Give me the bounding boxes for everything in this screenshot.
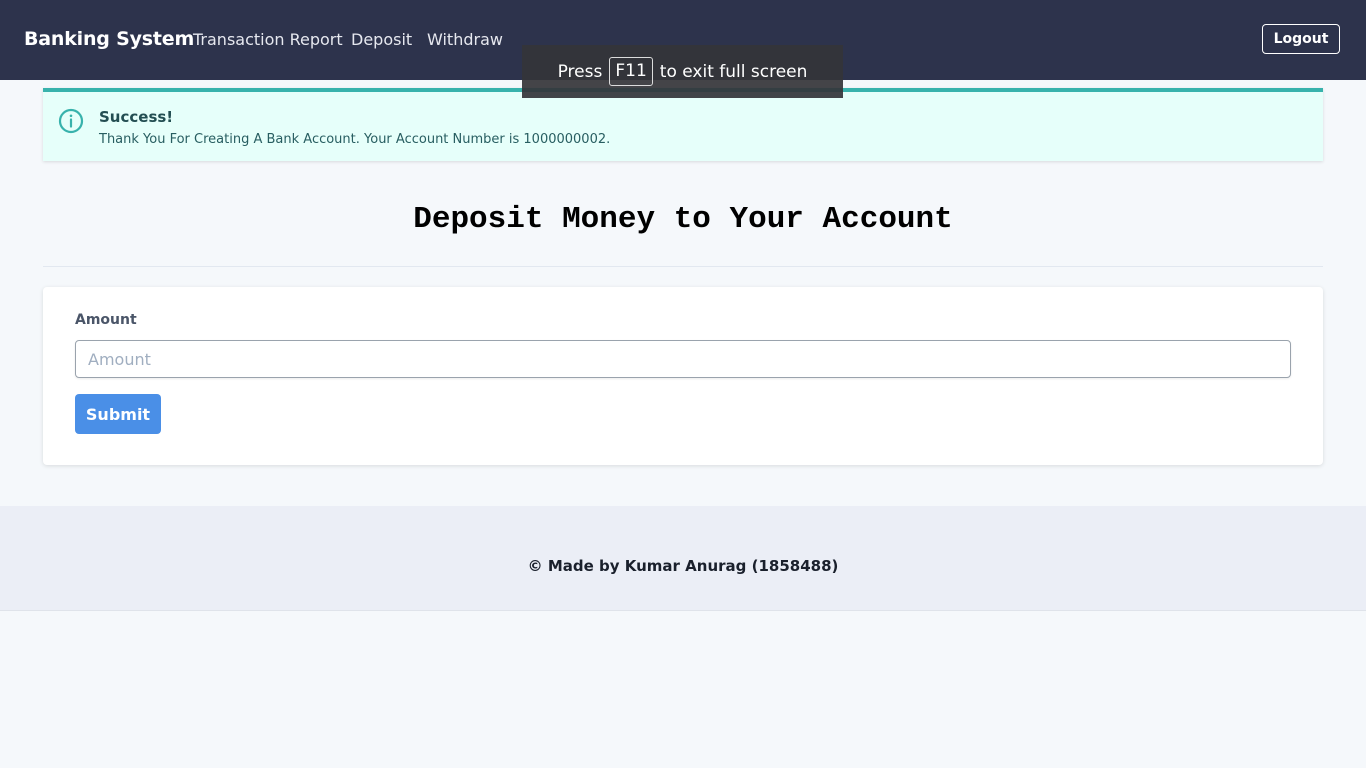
success-alert: Success! Thank You For Creating A Bank A… — [43, 88, 1323, 161]
deposit-form-card: Amount Submit — [43, 287, 1323, 465]
amount-label: Amount — [75, 312, 137, 328]
logout-button[interactable]: Logout — [1262, 24, 1340, 54]
brand-title[interactable]: Banking System — [24, 28, 194, 50]
nav-link-withdraw[interactable]: Withdraw — [427, 30, 503, 49]
info-circle-icon — [58, 108, 84, 134]
page-title: Deposit Money to Your Account — [413, 202, 953, 237]
divider — [43, 266, 1323, 267]
footer-text: © Made by Kumar Anurag (1858488) — [527, 557, 839, 575]
nav-link-transaction-report[interactable]: Transaction Report — [193, 30, 343, 49]
submit-button[interactable]: Submit — [75, 394, 161, 434]
toast-prefix: Press — [557, 61, 603, 82]
alert-title: Success! — [99, 108, 174, 126]
amount-input[interactable] — [75, 340, 1291, 378]
fullscreen-exit-toast: Press F11 to exit full screen — [522, 45, 843, 98]
toast-suffix: to exit full screen — [659, 61, 808, 82]
nav-link-deposit[interactable]: Deposit — [351, 30, 412, 49]
toast-key: F11 — [609, 57, 653, 86]
footer: © Made by Kumar Anurag (1858488) — [0, 506, 1366, 611]
alert-message: Thank You For Creating A Bank Account. Y… — [99, 132, 611, 147]
